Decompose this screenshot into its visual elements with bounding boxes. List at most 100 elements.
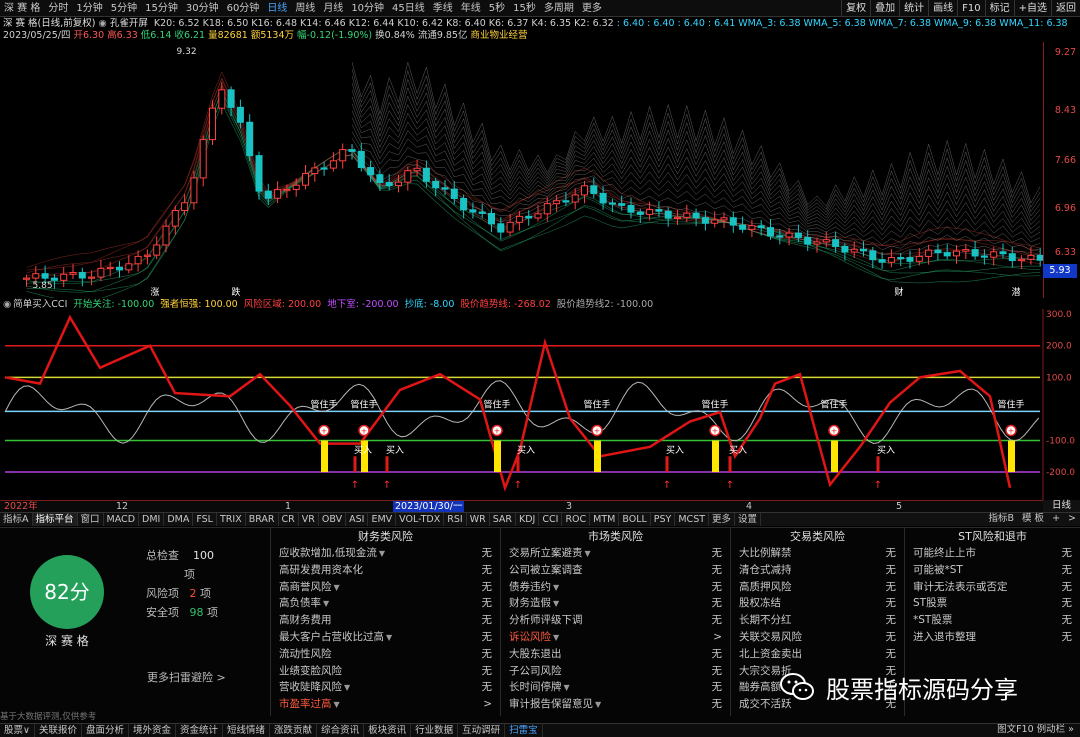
risk-item[interactable]: 业绩变脸风险 无 bbox=[271, 663, 500, 680]
indicator-tab[interactable]: ROC bbox=[562, 513, 591, 526]
bottom-tab[interactable]: 互动调研 bbox=[458, 724, 506, 737]
indicator-tab-control[interactable]: 模 板 bbox=[1018, 512, 1048, 525]
risk-item[interactable]: 交易所立案避责 ▼ 无 bbox=[501, 545, 730, 562]
risk-item[interactable]: 应收款增加,低现金流 ▼ 无 bbox=[271, 545, 500, 562]
indicator-tab[interactable]: SAR bbox=[490, 513, 517, 526]
bottom-tab[interactable]: 扫雷宝 bbox=[505, 724, 543, 737]
risk-item[interactable]: 清仓式减持 无 bbox=[731, 562, 904, 579]
bottom-tab[interactable]: 股票∨ bbox=[0, 724, 35, 737]
risk-item[interactable]: 长期不分红 无 bbox=[731, 612, 904, 629]
risk-item[interactable]: 大股东退出 无 bbox=[501, 646, 730, 663]
toolbar-button[interactable]: 统计 bbox=[899, 0, 928, 17]
indicator-tab[interactable]: DMA bbox=[164, 513, 194, 526]
risk-item[interactable]: 子公司风险 无 bbox=[501, 663, 730, 680]
toolbar-button[interactable]: 叠加 bbox=[870, 0, 899, 17]
risk-item[interactable]: 诉讼风险 ▼ > bbox=[501, 629, 730, 646]
indicator-tab[interactable]: 指标A bbox=[0, 513, 33, 526]
f10-link[interactable]: 图文F10 例动栏 » bbox=[993, 723, 1078, 736]
period-tab[interactable]: 15秒 bbox=[509, 0, 540, 17]
risk-item[interactable]: 审计无法表示或否定 无 bbox=[905, 579, 1080, 596]
indicator-tab[interactable]: KDJ bbox=[516, 513, 540, 526]
risk-item[interactable]: 流动性风险 无 bbox=[271, 646, 500, 663]
bottom-tab[interactable]: 行业数据 bbox=[411, 724, 459, 737]
bottom-tab[interactable]: 关联报价 bbox=[35, 724, 82, 737]
toolbar-button[interactable]: 复权 bbox=[841, 0, 870, 17]
toolbar-button[interactable]: F10 bbox=[957, 0, 984, 17]
toolbar-button[interactable]: 画线 bbox=[928, 0, 957, 17]
indicator-tab[interactable]: MTM bbox=[590, 513, 620, 526]
period-tab[interactable]: 周线 bbox=[291, 0, 319, 17]
risk-item[interactable]: 高财务费用 无 bbox=[271, 612, 500, 629]
period-tab[interactable]: 10分钟 bbox=[347, 0, 388, 17]
period-tab[interactable]: 45日线 bbox=[388, 0, 429, 17]
risk-item[interactable]: 分析师评级下调 无 bbox=[501, 612, 730, 629]
risk-item[interactable]: 审计报告保留意见 ▼ 无 bbox=[501, 696, 730, 713]
bottom-tab[interactable]: 短线情绪 bbox=[223, 724, 271, 737]
indicator-tab[interactable]: 设置 bbox=[735, 513, 762, 526]
candlestick-chart[interactable]: 9.32 5.85 涨 跌 财 潜 bbox=[0, 42, 1080, 298]
risk-item[interactable]: 北上资金卖出 无 bbox=[731, 646, 904, 663]
bottom-tab[interactable]: 盘面分析 bbox=[82, 724, 129, 737]
period-tab[interactable]: 60分钟 bbox=[223, 0, 264, 17]
risk-item[interactable]: 可能被*ST 无 bbox=[905, 562, 1080, 579]
cci-chart[interactable]: 300.0 200.0 100.0 -100.0 -200.0 + 管住手 + 管住手 + 管住手 +… bbox=[0, 309, 1080, 500]
risk-item[interactable]: ST股票 无 bbox=[905, 595, 1080, 612]
period-tab[interactable]: 5秒 bbox=[485, 0, 509, 17]
risk-item[interactable]: 关联交易风险 无 bbox=[731, 629, 904, 646]
risk-item[interactable]: 债券违约 ▼ 无 bbox=[501, 579, 730, 596]
indicator-tab[interactable]: MACD bbox=[104, 513, 140, 526]
more-scan-link[interactable]: 更多扫雷避险 > bbox=[147, 669, 226, 685]
indicator-tab[interactable]: PSY bbox=[651, 513, 676, 526]
indicator-tab[interactable]: 指标平台 bbox=[32, 513, 78, 526]
risk-item[interactable]: 股权冻结 无 bbox=[731, 595, 904, 612]
indicator-tab[interactable]: RSI bbox=[444, 513, 467, 526]
bottom-tab[interactable]: 资金统计 bbox=[176, 724, 224, 737]
indicator-tab[interactable]: BOLL bbox=[619, 513, 651, 526]
risk-item[interactable]: 高质押风险 无 bbox=[731, 579, 904, 596]
indicator-tab[interactable]: VOL-TDX bbox=[396, 513, 445, 526]
indicator-tab[interactable]: OBV bbox=[319, 513, 347, 526]
indicator-tab[interactable]: DMI bbox=[139, 513, 165, 526]
period-tab[interactable]: 多周期 bbox=[540, 0, 578, 17]
indicator-tab[interactable]: FSL bbox=[193, 513, 217, 526]
period-tab[interactable]: 1分钟 bbox=[72, 0, 106, 17]
risk-item[interactable]: 可能终止上市 无 bbox=[905, 545, 1080, 562]
period-tab[interactable]: 更多 bbox=[578, 0, 606, 17]
period-tab[interactable]: 15分钟 bbox=[141, 0, 182, 17]
period-tab[interactable]: 月线 bbox=[319, 0, 347, 17]
indicator-tab[interactable]: VR bbox=[299, 513, 319, 526]
toolbar-button[interactable]: 标记 bbox=[984, 0, 1014, 17]
indicator-tab[interactable]: 更多 bbox=[709, 513, 736, 526]
indicator-tab[interactable]: CCI bbox=[539, 513, 563, 526]
bottom-tab[interactable]: 板块资讯 bbox=[364, 724, 412, 737]
period-tab[interactable]: 30分钟 bbox=[182, 0, 223, 17]
risk-item[interactable]: 大比例解禁 无 bbox=[731, 545, 904, 562]
risk-item[interactable]: 高负债率 ▼ 无 bbox=[271, 595, 500, 612]
risk-item[interactable]: 进入退市整理 无 bbox=[905, 629, 1080, 646]
indicator-tab[interactable]: WR bbox=[467, 513, 490, 526]
indicator-tab[interactable]: MCST bbox=[675, 513, 710, 526]
toolbar-button[interactable]: +自选 bbox=[1013, 0, 1051, 17]
risk-item[interactable]: 市盈率过高 ▼ > bbox=[271, 696, 500, 713]
risk-item[interactable]: 公司被立案调查 无 bbox=[501, 562, 730, 579]
indicator-name[interactable]: 孔雀开屏 bbox=[110, 18, 148, 29]
indicator-tab[interactable]: CR bbox=[279, 513, 299, 526]
indicator-tab-control[interactable]: > bbox=[1064, 512, 1080, 525]
risk-item[interactable]: 营收陡降风险 ▼ 无 bbox=[271, 679, 500, 696]
indicator-tab[interactable]: TRIX bbox=[217, 513, 246, 526]
risk-item[interactable]: 财务造假 ▼ 无 bbox=[501, 595, 730, 612]
bottom-tab[interactable]: 境外资金 bbox=[129, 724, 177, 737]
bottom-tab[interactable]: 涨跌贡献 bbox=[270, 724, 318, 737]
period-tab[interactable]: 5分钟 bbox=[107, 0, 141, 17]
period-tab[interactable]: 年线 bbox=[457, 0, 485, 17]
period-tab[interactable]: 日线 bbox=[263, 0, 291, 17]
toolbar-button[interactable]: 返回 bbox=[1051, 0, 1080, 17]
indicator-tab[interactable]: ASI bbox=[346, 513, 369, 526]
risk-item[interactable]: 最大客户占营收比过高 ▼ 无 bbox=[271, 629, 500, 646]
indicator-tab-control[interactable]: + bbox=[1048, 512, 1064, 525]
period-tab[interactable]: 分时 bbox=[44, 0, 72, 17]
indicator-settings-icon[interactable]: ◉ bbox=[99, 18, 107, 29]
indicator-tab[interactable]: BRAR bbox=[246, 513, 279, 526]
period-tab[interactable]: 季线 bbox=[429, 0, 457, 17]
bottom-tab[interactable]: 综合资讯 bbox=[317, 724, 365, 737]
